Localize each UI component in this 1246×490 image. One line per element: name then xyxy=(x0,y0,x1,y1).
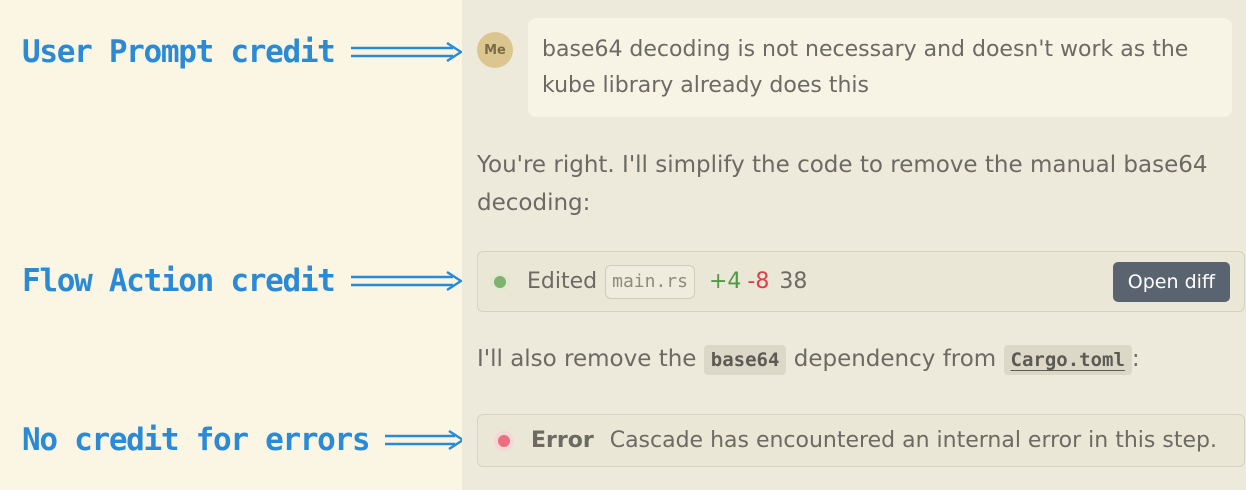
double-arrow-icon xyxy=(350,270,463,292)
annotation-label: User Prompt credit xyxy=(22,34,336,70)
flow-action-card: Edited main.rs +4 -8 38 Open diff xyxy=(477,251,1245,312)
user-message: base64 decoding is not necessary and doe… xyxy=(528,18,1232,117)
lines-removed: -8 xyxy=(747,269,770,294)
text-segment: : xyxy=(1131,346,1140,372)
error-label: Error xyxy=(531,428,594,453)
assistant-message: I'll also remove the base64 dependency f… xyxy=(477,340,1237,379)
annotation-label: No credit for errors xyxy=(22,422,371,458)
green-dot-icon xyxy=(494,275,506,288)
text-segment: dependency from xyxy=(793,346,997,372)
file-chip[interactable]: main.rs xyxy=(605,264,695,299)
double-arrow-icon xyxy=(385,429,466,451)
chat-panel: Me base64 decoding is not necessary and … xyxy=(462,0,1246,490)
text-segment: I'll also remove the xyxy=(477,346,697,372)
line-count: 38 xyxy=(779,269,808,294)
lines-added: +4 xyxy=(708,269,742,294)
assistant-message: You're right. I'll simplify the code to … xyxy=(477,152,1208,216)
error-card: Error Cascade has encountered an interna… xyxy=(477,414,1245,467)
action-label: Edited xyxy=(527,269,598,294)
double-arrow-icon xyxy=(350,41,463,63)
avatar: Me xyxy=(477,32,513,68)
annotation-column: User Prompt credit Flow Action credit No… xyxy=(0,0,466,490)
annotation-errors: No credit for errors xyxy=(22,420,466,460)
annotation-flow-action: Flow Action credit xyxy=(22,261,463,301)
red-dot-icon xyxy=(498,434,510,447)
inline-code: base64 xyxy=(703,345,787,375)
annotation-label: Flow Action credit xyxy=(22,263,336,299)
file-link[interactable]: Cargo.toml xyxy=(1003,345,1132,375)
screenshot-root: User Prompt credit Flow Action credit No… xyxy=(0,0,1246,490)
annotation-user-prompt: User Prompt credit xyxy=(22,32,463,72)
open-diff-button[interactable]: Open diff xyxy=(1112,261,1230,302)
error-message: Cascade has encountered an internal erro… xyxy=(609,428,1217,453)
